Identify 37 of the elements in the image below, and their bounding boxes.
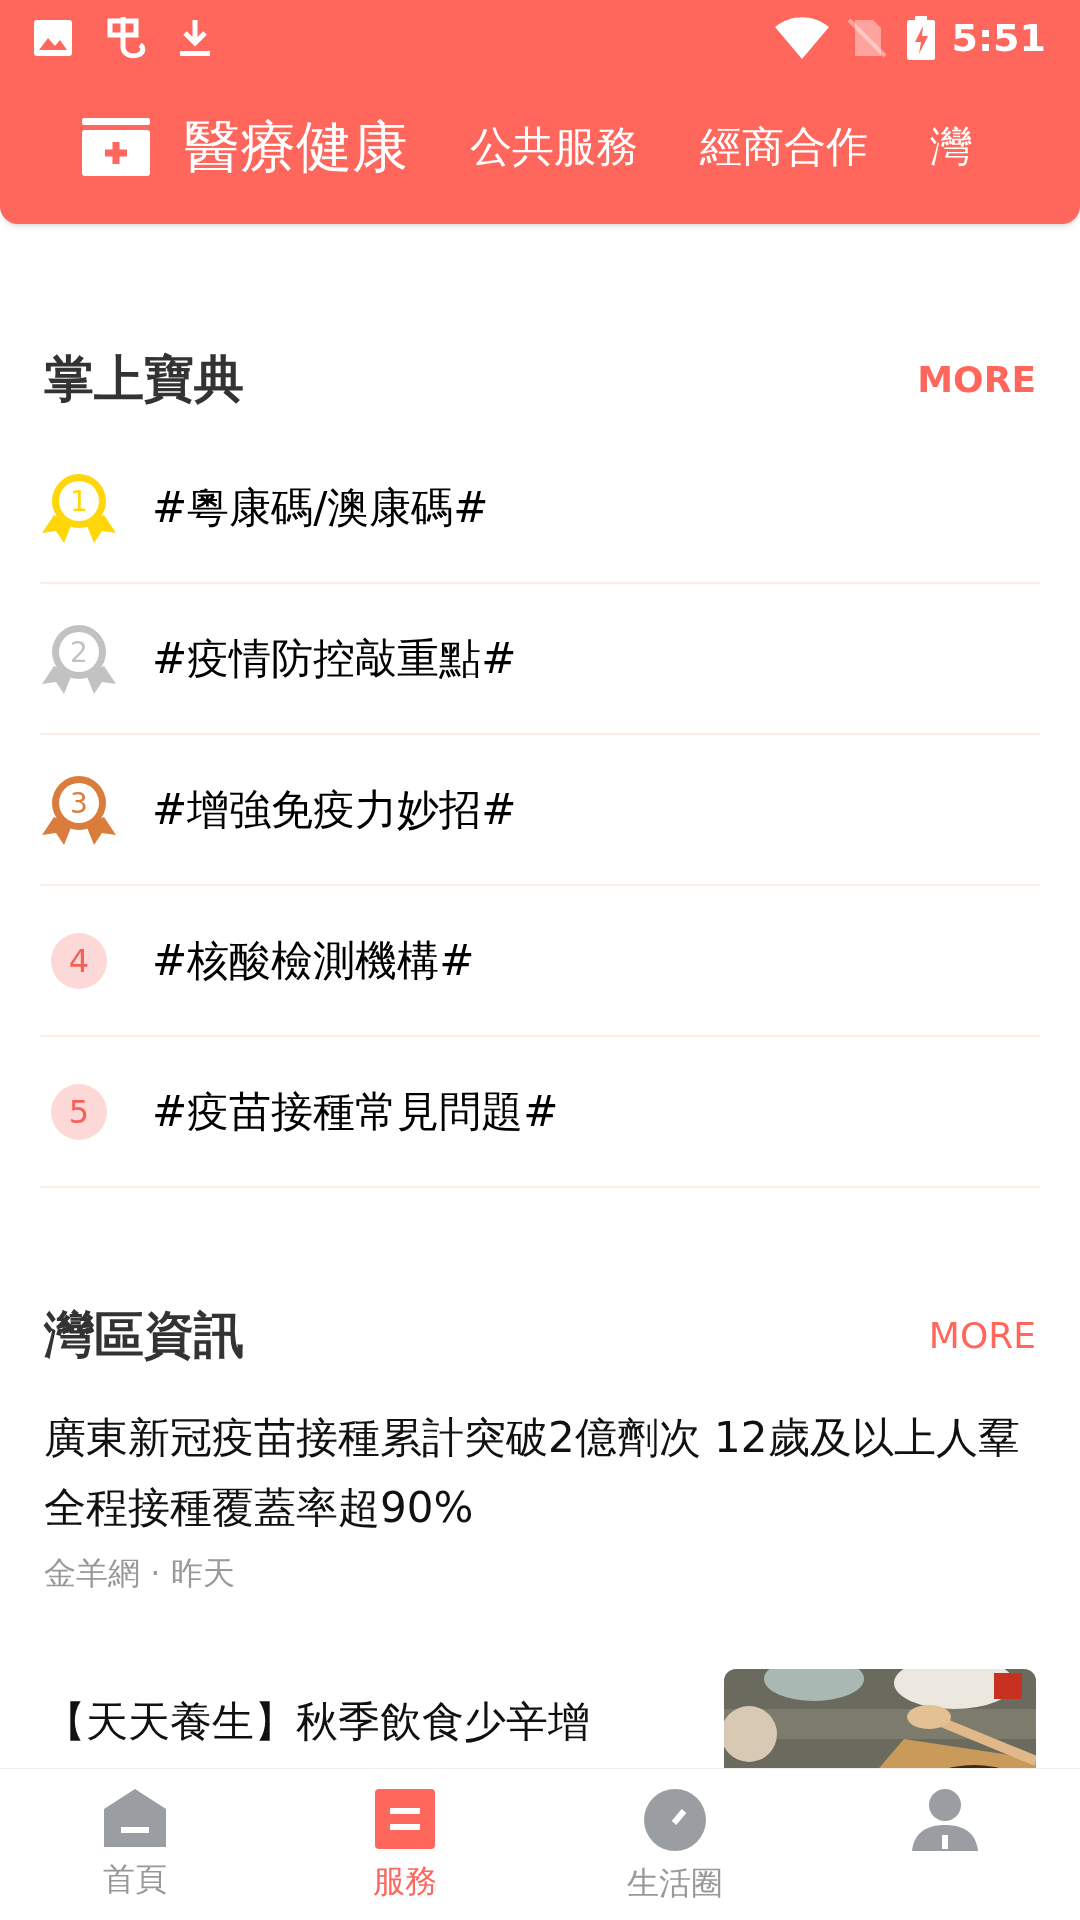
topic-item[interactable]: 1 #粵康碼/澳康碼#: [40, 433, 1040, 584]
battery-charging-icon: [907, 16, 936, 60]
topic-item[interactable]: 3 #增強免疫力妙招#: [40, 735, 1040, 886]
rank-badge: 5: [51, 1083, 107, 1140]
news-title[interactable]: 廣東新冠疫苗接種累計突破2億劑次 12歲及以上人羣全程接種覆蓋率超90%: [44, 1403, 1036, 1543]
compass-icon: [644, 1789, 706, 1851]
topic-title: #增強免疫力妙招#: [152, 784, 517, 836]
section-title: 掌上寶典: [44, 349, 244, 410]
topic-title: #疫情防控敲重點#: [152, 633, 517, 685]
category-tab[interactable]: 公共服務: [470, 126, 638, 168]
more-link[interactable]: MORE: [917, 352, 1036, 407]
news-title[interactable]: 【天天養生】秋季飲食少辛增: [44, 1687, 664, 1757]
person-icon: [912, 1789, 978, 1851]
nav-tab[interactable]: 服務: [270, 1769, 540, 1920]
topic-item[interactable]: 2 #疫情防控敲重點#: [40, 584, 1040, 735]
home-icon: [104, 1789, 166, 1847]
category-tab[interactable]: 灣: [930, 126, 972, 168]
rank-badge: 4: [51, 932, 107, 989]
nav-tab[interactable]: 首頁: [0, 1769, 270, 1920]
first-aid-kit-icon: [82, 118, 150, 176]
topic-item[interactable]: 5 #疫苗接種常見問題#: [40, 1037, 1040, 1188]
topic-title: #核酸檢測機構#: [152, 935, 475, 987]
nav-tab[interactable]: 生活圈: [540, 1769, 810, 1920]
wifi-icon: [775, 17, 830, 59]
category-tab[interactable]: 醫療健康: [184, 119, 408, 175]
topic-title: #粵康碼/澳康碼#: [152, 482, 489, 534]
section-title: 灣區資訊: [44, 1305, 244, 1366]
category-tab[interactable]: 經商合作: [700, 126, 868, 168]
topic-item[interactable]: 4 #核酸檢測機構#: [40, 886, 1040, 1037]
image-icon: [34, 20, 72, 56]
service-icon: [375, 1789, 435, 1849]
topic-title: #疫苗接種常見問題#: [152, 1086, 559, 1138]
no-sim-icon: [847, 18, 888, 58]
download-icon: [178, 18, 212, 58]
news-source: 金羊網 · 昨天: [44, 1553, 236, 1594]
more-link[interactable]: MORE: [928, 1308, 1036, 1363]
clock: 5:51: [951, 14, 1046, 62]
